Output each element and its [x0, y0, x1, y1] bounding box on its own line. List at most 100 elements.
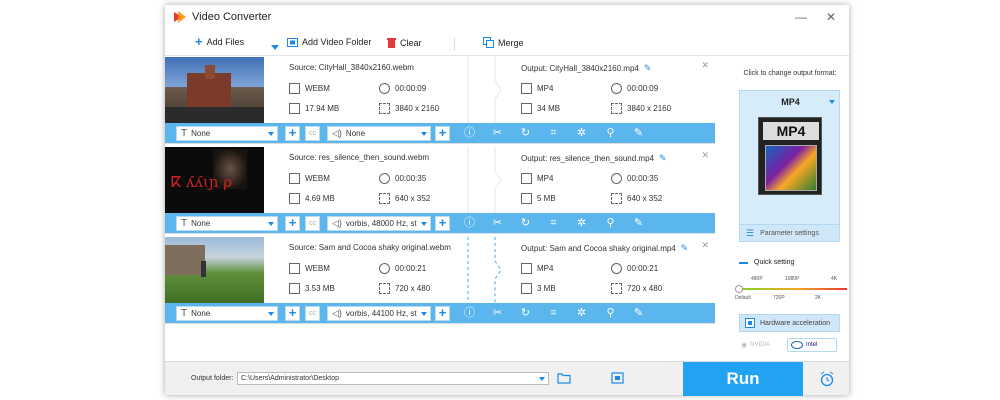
remove-task-button[interactable]: ✕ — [701, 60, 709, 71]
cc-icon[interactable]: cc — [305, 306, 320, 321]
quality-slider-handle[interactable] — [735, 285, 743, 293]
app-logo-icon — [174, 11, 186, 23]
chevron-down-icon — [268, 132, 274, 136]
output-filename: Output: res_silence_then_sound.mp4 ✎ — [521, 153, 667, 164]
cc-icon[interactable]: cc — [305, 216, 320, 231]
separator-line — [467, 57, 469, 123]
nvidia-label: NVIDIA — [750, 341, 771, 348]
crop-icon[interactable]: ⌗ — [547, 307, 560, 320]
file-format-icon — [289, 263, 300, 274]
scissors-icon[interactable]: ✂ — [491, 307, 504, 320]
merge-button[interactable]: Merge — [483, 37, 524, 48]
parameter-settings-button[interactable]: ☰ Parameter settings — [739, 224, 840, 242]
add-subtitle-button[interactable]: + — [285, 306, 300, 321]
task-list: Source: CityHall_3840x2160.webm WEBM 00:… — [165, 57, 715, 361]
remove-task-button[interactable]: ✕ — [701, 150, 709, 161]
intel-logo-icon — [791, 341, 803, 349]
add-subtitle-button[interactable]: + — [285, 126, 300, 141]
toolbar: + Add Files Add Video Folder Clear Merge — [165, 32, 849, 56]
task-row: Source: Sam and Cocoa shaky original.web… — [165, 237, 715, 324]
rotate-icon[interactable]: ↻ — [519, 307, 532, 320]
video-thumbnail[interactable] — [165, 237, 264, 303]
info-icon[interactable]: ⓘ — [463, 307, 476, 320]
source-duration: 00:00:35 — [379, 173, 426, 184]
merge-icon — [483, 37, 494, 48]
arrow-right-icon — [494, 57, 502, 123]
scissors-icon[interactable]: ✂ — [491, 127, 504, 140]
pencil-icon[interactable]: ✎ — [644, 63, 652, 74]
source-resolution: 3840 x 2160 — [379, 103, 439, 114]
alarm-clock-icon[interactable] — [819, 371, 835, 387]
hardware-acceleration-toggle[interactable]: Hardware acceleration — [739, 314, 840, 332]
effects-wand-icon[interactable]: ✲ — [575, 127, 588, 140]
video-thumbnail[interactable] — [165, 57, 264, 123]
watermark-icon[interactable]: ⚲ — [604, 217, 617, 230]
subtitle-dropdown[interactable]: T None — [176, 216, 278, 231]
window-title: Video Converter — [192, 11, 272, 23]
add-video-folder-button[interactable]: Add Video Folder — [287, 37, 371, 47]
thumbnail-caption: ⴽ ʎʎɩɲ ρ — [171, 173, 233, 191]
source-filename: Source: Sam and Cocoa shaky original.web… — [289, 243, 451, 252]
info-icon[interactable]: ⓘ — [463, 217, 476, 230]
nvidia-logo-icon: ◉ — [741, 341, 748, 349]
output-resolution: 720 x 480 — [611, 283, 662, 294]
folder-size-icon — [289, 283, 300, 294]
pencil-icon[interactable]: ✎ — [681, 243, 689, 254]
cc-icon[interactable]: cc — [305, 126, 320, 141]
source-resolution: 640 x 352 — [379, 193, 430, 204]
clear-button[interactable]: Clear — [387, 37, 422, 48]
rotate-icon[interactable]: ↻ — [519, 217, 532, 230]
output-resolution: 640 x 352 — [611, 193, 662, 204]
output-format: MP4 — [521, 263, 553, 274]
task-toolbar: T None + cc ◁) vorbis, 48000 Hz, st + ⓘ ✂ … — [165, 213, 715, 233]
add-audio-button[interactable]: + — [435, 126, 450, 141]
crop-icon[interactable]: ⌗ — [547, 127, 560, 140]
clock-icon — [611, 173, 622, 184]
add-audio-button[interactable]: + — [435, 306, 450, 321]
browse-folder-icon[interactable] — [611, 372, 624, 384]
task-row: ⴽ ʎʎɩɲ ρ Source: res_silence_then_sound.… — [165, 147, 715, 234]
effects-wand-icon[interactable]: ✲ — [575, 217, 588, 230]
resolution-icon — [611, 193, 622, 204]
watermark-icon[interactable]: ⚲ — [604, 307, 617, 320]
run-button[interactable]: Run — [683, 362, 803, 396]
add-files-button[interactable]: + Add Files — [195, 35, 244, 48]
resolution-icon — [379, 193, 390, 204]
minimize-button[interactable]: — — [793, 10, 809, 24]
edit-subtitle-icon[interactable]: ✎ — [632, 307, 645, 320]
audio-track-dropdown[interactable]: ◁) None — [327, 126, 431, 141]
subtitle-dropdown[interactable]: T None — [176, 306, 278, 321]
effects-wand-icon[interactable]: ✲ — [575, 307, 588, 320]
crop-icon[interactable]: ⌗ — [547, 217, 560, 230]
video-thumbnail[interactable]: ⴽ ʎʎɩɲ ρ — [165, 147, 264, 213]
subtitle-dropdown[interactable]: T None — [176, 126, 278, 141]
open-folder-icon[interactable] — [557, 372, 571, 384]
pencil-icon[interactable]: ✎ — [659, 153, 667, 164]
info-icon[interactable]: ⓘ — [463, 127, 476, 140]
nvidia-option[interactable]: ◉ NVIDIA — [739, 338, 785, 351]
edit-subtitle-icon[interactable]: ✎ — [632, 217, 645, 230]
run-label: Run — [726, 369, 760, 388]
add-subtitle-button[interactable]: + — [285, 216, 300, 231]
audio-track-dropdown[interactable]: ◁) vorbis, 48000 Hz, st — [327, 216, 431, 231]
watermark-icon[interactable]: ⚲ — [604, 127, 617, 140]
scissors-icon[interactable]: ✂ — [491, 217, 504, 230]
output-folder-field[interactable]: C:\Users\Administrator\Desktop — [237, 372, 549, 385]
output-format-hint: Click to change output format: — [743, 70, 837, 77]
close-button[interactable]: ✕ — [823, 10, 839, 24]
edit-subtitle-icon[interactable]: ✎ — [632, 127, 645, 140]
quality-slider-track[interactable] — [737, 288, 847, 290]
resolution-icon — [379, 283, 390, 294]
format-selector[interactable]: MP4 MP4 — [739, 90, 840, 229]
add-files-dropdown-icon[interactable] — [271, 45, 279, 50]
clock-icon — [379, 83, 390, 94]
remove-task-button[interactable]: ✕ — [701, 240, 709, 251]
source-size: 3.53 MB — [289, 283, 335, 294]
app-window: Video Converter — ✕ + Add Files Add Vide… — [165, 5, 849, 396]
quick-setting-bottom-labels: Default 720P 2K — [731, 295, 849, 305]
chevron-down-icon — [421, 132, 427, 136]
rotate-icon[interactable]: ↻ — [519, 127, 532, 140]
intel-option[interactable]: Intel — [787, 338, 837, 352]
audio-track-dropdown[interactable]: ◁) vorbis, 44100 Hz, st — [327, 306, 431, 321]
add-audio-button[interactable]: + — [435, 216, 450, 231]
